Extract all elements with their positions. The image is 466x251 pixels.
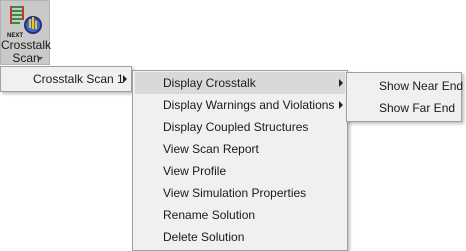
menu-item-view-profile[interactable]: View Profile	[135, 160, 345, 182]
menu-item-view-scan-report[interactable]: View Scan Report	[135, 138, 345, 160]
menu-item-label: Display Crosstalk	[163, 76, 256, 90]
menu-item-view-simulation-properties[interactable]: View Simulation Properties	[135, 182, 345, 204]
menu-item-delete-solution[interactable]: Delete Solution	[135, 226, 345, 248]
menu-item-display-coupled-structures[interactable]: Display Coupled Structures	[135, 116, 345, 138]
chevron-down-icon	[37, 57, 43, 60]
scan-menu: Crosstalk Scan 1	[0, 66, 132, 92]
menu-item-label: View Scan Report	[163, 142, 259, 156]
menu-item-label: Display Warnings and Violations	[163, 98, 335, 112]
menu-item-label: Show Far End	[379, 101, 456, 115]
crosstalk-scan-button[interactable]: NEXT Crosstalk Scan	[0, 0, 51, 65]
menu-item-label: View Simulation Properties	[163, 186, 307, 200]
menu-item-label: Delete Solution	[163, 230, 245, 244]
solution-menu: Display Crosstalk Display Warnings and V…	[132, 70, 348, 251]
screen: NEXT Crosstalk Scan Crosstalk Scan 1 Dis…	[0, 0, 466, 251]
menu-item-rename-solution[interactable]: Rename Solution	[135, 204, 345, 226]
crosstalk-scan-icon: NEXT	[7, 3, 45, 39]
menu-item-show-near-end[interactable]: Show Near End	[349, 75, 463, 97]
menu-item-label: Rename Solution	[163, 208, 256, 222]
menu-item-display-warnings[interactable]: Display Warnings and Violations	[135, 94, 345, 116]
display-crosstalk-submenu: Show Near End Show Far End	[346, 72, 463, 122]
menu-item-label: Show Near End	[379, 79, 464, 93]
chevron-right-icon	[123, 75, 127, 83]
menu-item-label: Crosstalk Scan 1	[33, 72, 124, 86]
menu-item-crosstalk-scan-1[interactable]: Crosstalk Scan 1	[3, 68, 129, 90]
chevron-right-icon	[339, 79, 343, 87]
menu-item-label: Display Coupled Structures	[163, 120, 309, 134]
menu-item-label: View Profile	[163, 164, 227, 178]
menu-item-display-crosstalk[interactable]: Display Crosstalk	[135, 72, 345, 94]
crosstalk-button-label-line2: Scan	[12, 51, 40, 65]
menu-item-show-far-end[interactable]: Show Far End	[349, 97, 459, 119]
chevron-right-icon	[339, 101, 343, 109]
